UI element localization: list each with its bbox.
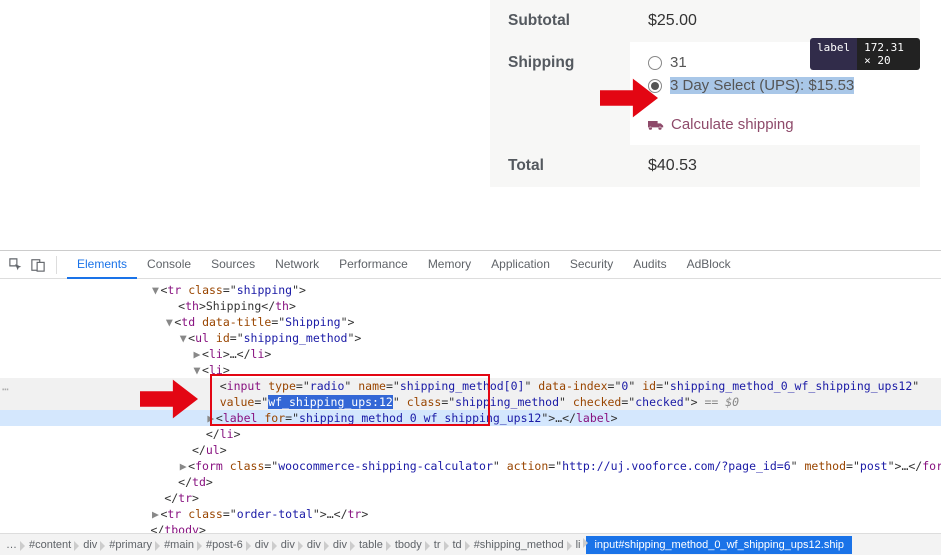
breadcrumb-item[interactable]: #main [158, 539, 200, 551]
subtotal-row: Subtotal $25.00 [490, 0, 920, 42]
tab-security[interactable]: Security [560, 251, 623, 279]
tab-adblock[interactable]: AdBlock [677, 251, 741, 279]
dom-line[interactable]: ▼<ul id="shipping_method"> [0, 330, 941, 346]
breadcrumb-item[interactable]: tbody [389, 539, 428, 551]
shipping-option-2[interactable]: 3 Day Select (UPS): $15.53 [648, 77, 902, 94]
toolbar-divider [56, 256, 57, 274]
tab-performance[interactable]: Performance [329, 251, 418, 279]
truck-icon [648, 119, 664, 131]
annotation-arrow-icon [140, 379, 198, 419]
calculate-shipping-label: Calculate shipping [671, 116, 794, 133]
device-toggle-icon[interactable] [30, 257, 46, 273]
shipping-option-1-label: 31 [670, 54, 687, 71]
devtools-panel: Elements Console Sources Network Perform… [0, 250, 941, 555]
selected-value: wf_shipping_ups:12 [268, 395, 393, 409]
dom-line[interactable]: <th>Shipping</th> [0, 298, 941, 314]
tooltip-tagname: label [810, 38, 857, 70]
breadcrumb-item[interactable]: table [353, 539, 389, 551]
dom-line[interactable]: ▶<li>…</li> [0, 346, 941, 362]
breadcrumb-item[interactable]: #content [23, 539, 77, 551]
dom-line[interactable]: </li> [0, 426, 941, 442]
inspector-tooltip: label 172.31 × 20 [810, 38, 920, 70]
tab-memory[interactable]: Memory [418, 251, 481, 279]
tab-application[interactable]: Application [481, 251, 560, 279]
breadcrumb-item-selected[interactable]: input#shipping_method_0_wf_shipping_ups1… [586, 536, 852, 554]
inspect-icon[interactable] [8, 257, 24, 273]
tab-audits[interactable]: Audits [623, 251, 676, 279]
dom-line[interactable]: </ul> [0, 442, 941, 458]
breadcrumb-item[interactable]: #shipping_method [468, 539, 570, 551]
shipping-option-2-label: 3 Day Select (UPS): $15.53 [670, 77, 854, 94]
dom-line[interactable]: ▼<td data-title="Shipping"> [0, 314, 941, 330]
subtotal-value: $25.00 [630, 0, 920, 42]
radio-icon[interactable] [648, 56, 662, 70]
calculate-shipping-link[interactable]: Calculate shipping [648, 116, 902, 133]
breadcrumb-item[interactable]: #post-6 [200, 539, 249, 551]
total-row: Total $40.53 [490, 145, 920, 187]
dom-line[interactable]: ▶<form class="woocommerce-shipping-calcu… [0, 458, 941, 474]
total-value: $40.53 [630, 145, 920, 187]
shipping-row: Shipping label 172.31 × 20 31 3 Day Sele… [490, 42, 920, 145]
breadcrumb-item[interactable]: #primary [103, 539, 158, 551]
dom-line[interactable]: </td> [0, 474, 941, 490]
dom-breadcrumb[interactable]: … #content div #primary #main #post-6 di… [0, 533, 941, 555]
shipping-cell: label 172.31 × 20 31 3 Day Select (UPS):… [630, 42, 920, 145]
tab-elements[interactable]: Elements [67, 251, 137, 279]
dom-line[interactable]: ▼<li> [0, 362, 941, 378]
dom-line[interactable]: </tbody> [0, 522, 941, 533]
annotation-arrow-icon [600, 78, 658, 118]
dom-line[interactable]: ▶<tr class="order-total">…</tr> [0, 506, 941, 522]
dom-line[interactable]: </tr> [0, 490, 941, 506]
devtools-tabs: Elements Console Sources Network Perform… [67, 251, 741, 279]
tab-sources[interactable]: Sources [201, 251, 265, 279]
tab-network[interactable]: Network [265, 251, 329, 279]
gutter-dots: ⋯ [2, 381, 10, 397]
devtools-toolbar: Elements Console Sources Network Perform… [0, 251, 941, 279]
tab-console[interactable]: Console [137, 251, 201, 279]
cart-totals-table: Subtotal $25.00 Shipping label 172.31 × … [490, 0, 920, 187]
page-preview: Subtotal $25.00 Shipping label 172.31 × … [0, 0, 941, 250]
tooltip-dimensions: 172.31 × 20 [857, 38, 920, 70]
subtotal-label: Subtotal [490, 0, 630, 42]
dom-tree[interactable]: ⋯ ▼<tr class="shipping"> <th>Shipping</t… [0, 279, 941, 533]
total-label: Total [490, 145, 630, 187]
dom-line[interactable]: ▼<tr class="shipping"> [0, 282, 941, 298]
